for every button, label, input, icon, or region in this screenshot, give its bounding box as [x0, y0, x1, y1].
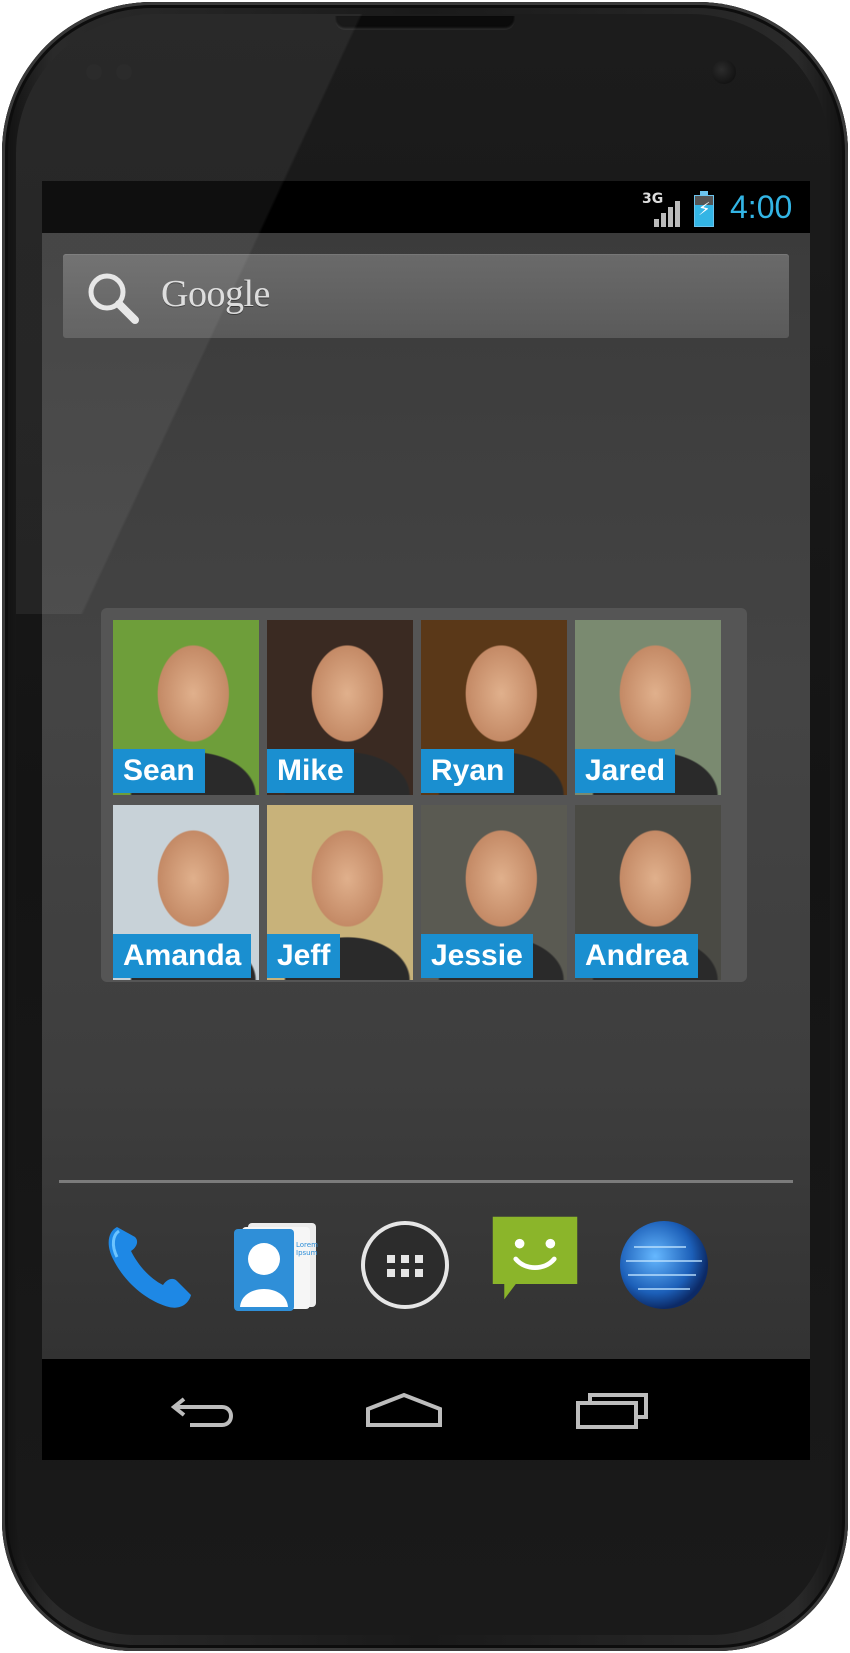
recent-apps-icon[interactable]	[572, 1385, 652, 1435]
contact-tile[interactable]: Amanda	[113, 805, 259, 980]
home-screen: 3G ⚡ 4:00 Google Sean Mike Ryan Jared Amanda…	[42, 181, 810, 1460]
search-label: Google	[161, 273, 270, 315]
proximity-sensors	[86, 64, 146, 80]
earpiece-speaker	[335, 16, 515, 30]
contact-tile[interactable]: Jared	[575, 620, 721, 795]
contact-name: Ryan	[421, 749, 515, 793]
app-drawer-icon[interactable]	[357, 1217, 453, 1313]
messaging-icon[interactable]	[487, 1211, 583, 1307]
browser-globe-icon[interactable]	[616, 1217, 712, 1313]
contact-tile[interactable]: Ryan	[421, 620, 567, 795]
battery-icon: ⚡	[694, 191, 714, 227]
contact-tile[interactable]: Jessie	[421, 805, 567, 980]
contacts-card-text: Lorem	[296, 1241, 318, 1249]
dock-divider	[59, 1180, 793, 1183]
contact-tile[interactable]: Mike	[267, 620, 413, 795]
network-type: 3G	[642, 191, 664, 207]
google-search-bar[interactable]: Google	[63, 254, 789, 338]
contact-name: Sean	[113, 749, 205, 793]
contact-tile[interactable]: Andrea	[575, 805, 721, 980]
svg-text:Ipsum: Ipsum	[296, 1249, 318, 1257]
navigation-bar	[42, 1359, 810, 1460]
contact-name: Jeff	[267, 934, 341, 978]
contacts-widget: Sean Mike Ryan Jared Amanda Jeff Jessie Andrea	[101, 608, 747, 982]
contact-name: Jessie	[421, 934, 533, 978]
contact-name: Jared	[575, 749, 676, 793]
contact-tile[interactable]: Jeff	[267, 805, 413, 980]
signal-icon: 3G	[642, 191, 682, 227]
back-icon[interactable]	[164, 1385, 244, 1435]
status-bar: 3G ⚡ 4:00	[42, 181, 810, 233]
contact-tile[interactable]: Sean	[113, 620, 259, 795]
search-icon	[88, 273, 139, 324]
home-icon[interactable]	[364, 1385, 444, 1435]
contact-name: Amanda	[113, 934, 252, 978]
status-clock: 4:00	[730, 189, 793, 225]
contacts-icon[interactable]: Lorem Ipsum	[228, 1217, 324, 1313]
contact-name: Andrea	[575, 934, 699, 978]
front-camera	[712, 60, 736, 84]
phone-icon[interactable]	[99, 1217, 195, 1313]
contact-name: Mike	[267, 749, 354, 793]
